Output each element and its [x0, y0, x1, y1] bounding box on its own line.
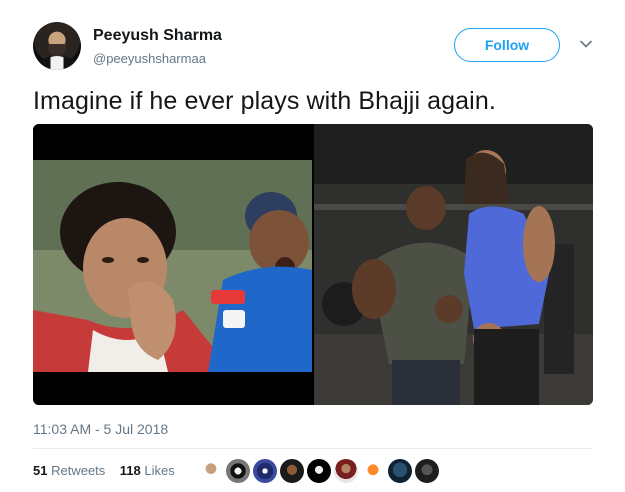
likes-label: Likes — [144, 463, 175, 478]
avatar-jacket — [35, 56, 79, 70]
tweet-media[interactable] — [33, 124, 593, 405]
retweets-stat[interactable]: 51 Retweets — [33, 463, 105, 478]
tweet-header: Peeyush Sharma @peeyushsharmaa Follow — [33, 22, 603, 72]
liker-avatar[interactable] — [307, 459, 331, 483]
liker-avatar[interactable] — [361, 459, 385, 483]
tweet-text: Imagine if he ever plays with Bhajji aga… — [33, 87, 496, 115]
liker-avatar[interactable] — [334, 459, 358, 483]
divider — [33, 448, 593, 449]
likes-count: 118 — [119, 463, 141, 478]
liker-avatar[interactable] — [253, 459, 277, 483]
avatar[interactable] — [33, 22, 81, 70]
chevron-down-icon[interactable] — [578, 36, 594, 52]
liker-avatar[interactable] — [280, 459, 304, 483]
user-name[interactable]: Peeyush Sharma — [93, 27, 222, 45]
liker-avatar[interactable] — [226, 459, 250, 483]
likers-list — [199, 459, 439, 485]
media-photo-right[interactable] — [314, 124, 593, 405]
retweets-count: 51 — [33, 463, 48, 478]
photo-left-illustration — [33, 160, 312, 372]
avatar-beard — [48, 44, 66, 56]
user-handle[interactable]: @peeyushsharmaa — [93, 51, 206, 66]
retweets-label: Retweets — [51, 463, 106, 478]
liker-avatar[interactable] — [199, 459, 223, 483]
likes-stat[interactable]: 118 Likes — [120, 463, 175, 478]
tweet-timestamp[interactable]: 11:03 AM - 5 Jul 2018 — [33, 421, 168, 437]
tweet-stats: 51 Retweets 118 Likes — [33, 463, 175, 478]
liker-avatar[interactable] — [388, 459, 412, 483]
photo-right-illustration — [314, 124, 593, 405]
follow-button[interactable]: Follow — [454, 28, 560, 62]
media-photo-left[interactable] — [33, 124, 312, 405]
liker-avatar[interactable] — [415, 459, 439, 483]
photo-left-scene — [33, 160, 312, 372]
